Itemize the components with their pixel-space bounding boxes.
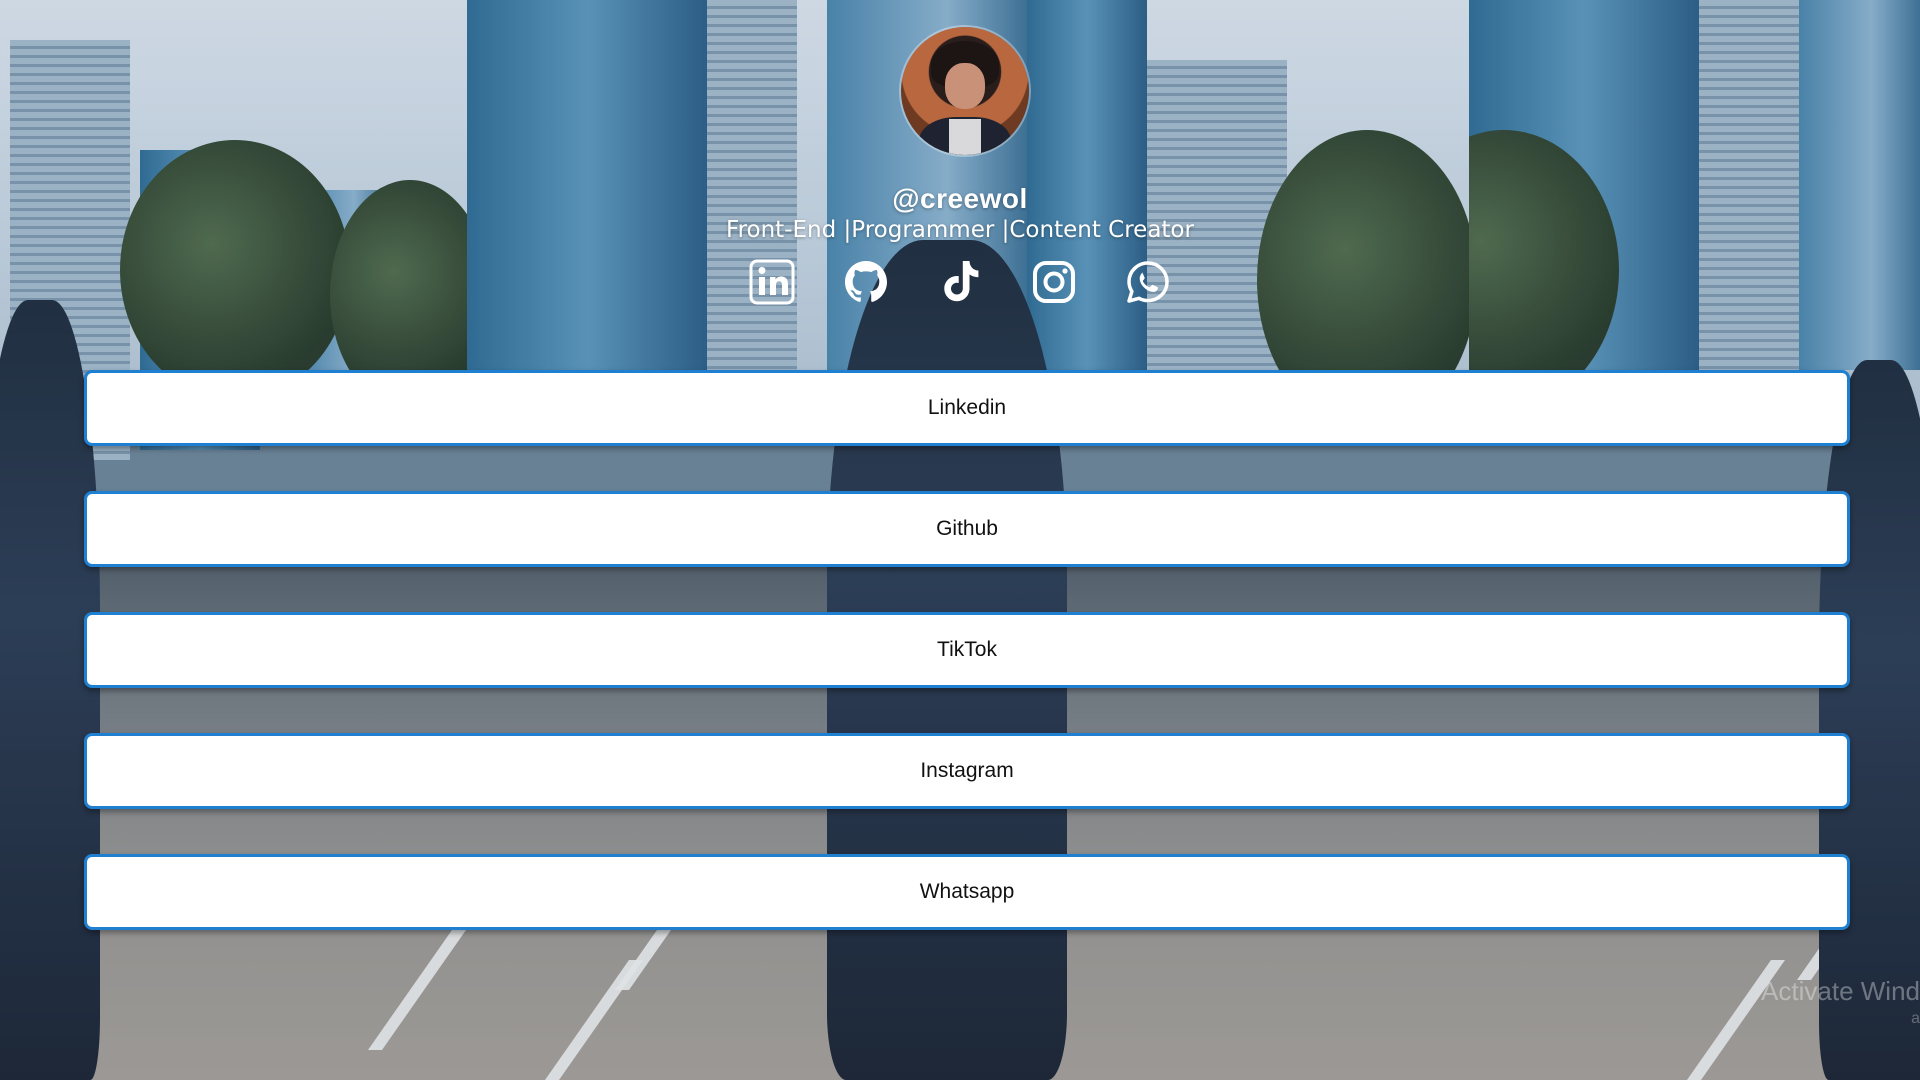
linkedin-icon[interactable] [748, 258, 796, 306]
github-icon[interactable] [842, 258, 890, 306]
activate-windows-watermark-sub: a [1911, 1010, 1920, 1027]
avatar [901, 27, 1029, 155]
linkedin-link-button[interactable]: Linkedin [84, 370, 1850, 446]
whatsapp-link-button[interactable]: Whatsapp [84, 854, 1850, 930]
tagline: Front-End |Programmer |Content Creator [726, 217, 1194, 243]
activate-windows-watermark: Activate Wind [1761, 976, 1920, 1006]
social-icons-row [0, 258, 1920, 306]
tiktok-icon[interactable] [936, 258, 984, 306]
whatsapp-icon[interactable] [1124, 258, 1172, 306]
instagram-link-button[interactable]: Instagram [84, 733, 1850, 809]
username: @creewol [892, 183, 1028, 214]
github-link-button[interactable]: Github [84, 491, 1850, 567]
tiktok-link-button[interactable]: TikTok [84, 612, 1850, 688]
link-list: Linkedin Github TikTok Instagram Whatsap… [84, 370, 1850, 975]
instagram-icon[interactable] [1030, 258, 1078, 306]
